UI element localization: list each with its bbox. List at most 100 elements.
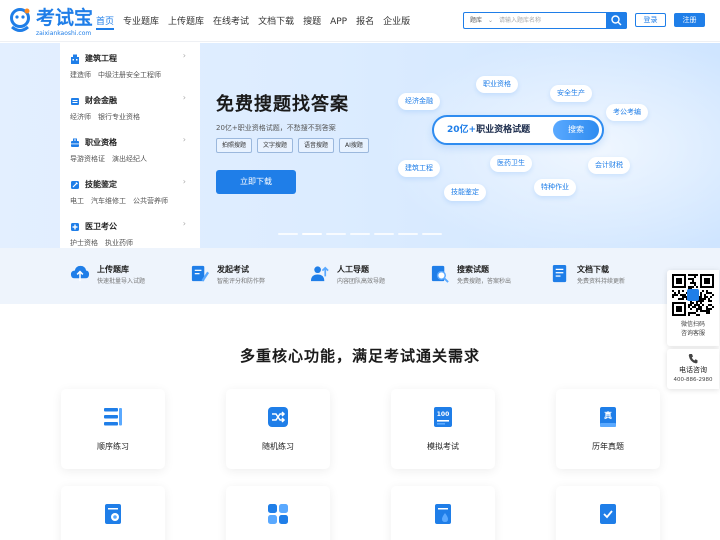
search-scope-select[interactable]: 题库: [470, 15, 482, 26]
download-button[interactable]: 立即下载: [216, 170, 296, 194]
mock-exam-icon: 100: [434, 407, 452, 427]
category-sub-link[interactable]: 建造师: [70, 70, 91, 80]
category-4[interactable]: 医卫考公 › 护士资格 执业药师: [70, 215, 200, 248]
topic-bubble[interactable]: 考公考编: [606, 104, 648, 121]
search-button[interactable]: [606, 12, 627, 29]
tools-icon: [71, 180, 79, 189]
hero-glow: [380, 43, 720, 248]
category-subs: 电工 汽车维修工 公共营养师: [70, 196, 175, 206]
carousel-dot[interactable]: [374, 233, 394, 235]
nav-item-7[interactable]: 报名: [356, 14, 374, 30]
category-sub-link[interactable]: 导游资格证: [70, 154, 105, 164]
carousel-dot[interactable]: [278, 233, 298, 235]
exam-edit-icon: [191, 265, 210, 282]
search-mode-tag[interactable]: 拍照搜题: [216, 138, 253, 153]
nav-item-0[interactable]: 首页: [96, 14, 115, 30]
category-head: 医卫考公: [70, 220, 117, 233]
carousel-dot[interactable]: [350, 233, 370, 235]
carousel-dot[interactable]: [326, 233, 346, 235]
header: 考试宝 zaixiankaoshi.com 首页 专业题库 上传题库 在线考试 文档下载…: [0, 0, 720, 42]
topic-bubble[interactable]: 职业资格: [476, 76, 518, 93]
category-sub-link[interactable]: 执业药师: [105, 238, 133, 248]
category-0[interactable]: 建筑工程 › 建造师 中级注册安全工程师: [70, 47, 200, 89]
nav-item-2[interactable]: 上传题库: [168, 14, 204, 30]
nav-item-1[interactable]: 专业题库: [123, 14, 159, 30]
logo[interactable]: 考试宝 zaixiankaoshi.com: [8, 6, 94, 38]
category-3[interactable]: 技能鉴定 › 电工 汽车维修工 公共营养师: [70, 173, 200, 215]
search-box: 题库 ⌄: [463, 12, 627, 29]
doc-settings-icon: [105, 504, 121, 524]
category-sub-link[interactable]: 护士资格: [70, 238, 98, 248]
category-sub-link[interactable]: 演出经纪人: [112, 154, 147, 164]
section-title: 多重核心功能，满足考试通关需求: [239, 347, 480, 365]
feature-card[interactable]: [61, 486, 165, 540]
search-mode-tag[interactable]: AI搜题: [339, 138, 369, 153]
doc-water-icon: [435, 504, 451, 524]
category-1[interactable]: 财会金融 › 经济师 银行专业资格: [70, 89, 200, 131]
hero-search-text: 20亿+职业资格试题: [447, 124, 530, 136]
nav-item-3[interactable]: 在线考试: [213, 14, 249, 30]
topic-bubble[interactable]: 会计财税: [588, 157, 630, 174]
phone-number: 400-886-2980: [673, 377, 713, 383]
feature-card[interactable]: 顺序练习: [61, 389, 165, 469]
category-sub-link[interactable]: 汽车维修工: [91, 196, 126, 206]
logo-mascot-icon: [10, 8, 30, 32]
feature-card[interactable]: [556, 486, 660, 540]
logo-domain: zaixiankaoshi.com: [36, 30, 92, 37]
topic-bubble[interactable]: 技能鉴定: [444, 184, 486, 201]
topic-bubble[interactable]: 建筑工程: [398, 160, 440, 177]
topic-bubble[interactable]: 特种作业: [534, 179, 576, 196]
search-mode-tag[interactable]: 文字搜题: [257, 138, 294, 153]
category-subs: 经济师 银行专业资格: [70, 112, 147, 122]
login-button[interactable]: 登录: [635, 13, 666, 27]
category-head: 技能鉴定: [70, 178, 117, 191]
topic-bubble[interactable]: 安全生产: [550, 85, 592, 102]
nav-item-4[interactable]: 文档下载: [258, 14, 294, 30]
category-sub-link[interactable]: 电工: [70, 196, 84, 206]
feature-card[interactable]: 真历年真题: [556, 389, 660, 469]
feature-card-label: 顺序练习: [97, 442, 129, 451]
feature-card-label: 模拟考试: [427, 442, 459, 451]
topic-bubble[interactable]: 医药卫生: [490, 155, 532, 172]
category-title: 财会金融: [85, 96, 117, 105]
topic-bubble[interactable]: 经济金融: [398, 93, 440, 110]
nav-item-8[interactable]: 企业版: [383, 14, 410, 30]
category-sub-link[interactable]: 公共营养师: [133, 196, 168, 206]
hero-tags: 拍照搜题 文字搜题 语音搜题 AI搜题: [216, 138, 374, 153]
nav-item-5[interactable]: 搜题: [303, 14, 321, 30]
main-nav: 首页 专业题库 上传题库 在线考试 文档下载 搜题 APP 报名 企业版: [96, 14, 419, 30]
real-exam-book-icon: 真: [600, 407, 616, 427]
feature-card[interactable]: [226, 486, 330, 540]
nav-item-6[interactable]: APP: [330, 14, 347, 30]
search-mode-tag[interactable]: 语音搜题: [298, 138, 335, 153]
carousel-dot[interactable]: [422, 233, 442, 235]
category-sub-link[interactable]: 银行专业资格: [98, 112, 140, 122]
category-head: 财会金融: [70, 94, 117, 107]
category-sub-link[interactable]: 中级注册安全工程师: [98, 70, 161, 80]
hero-search-box[interactable]: 20亿+职业资格试题 搜索: [432, 115, 604, 145]
feature-card[interactable]: [391, 486, 495, 540]
chevron-right-icon: ›: [182, 219, 186, 228]
category-title: 建筑工程: [85, 54, 117, 63]
phone-widget[interactable]: 电话咨询 400-886-2980: [667, 349, 719, 389]
feature-desc: 免费资料持续更新: [577, 278, 626, 285]
feature-title: 人工导题: [337, 265, 369, 274]
carousel-dot[interactable]: [398, 233, 418, 235]
chevron-right-icon: ›: [182, 93, 186, 102]
wechat-qr-widget[interactable]: 微信扫码 咨询客服: [667, 270, 719, 346]
feature-card[interactable]: 100 模拟考试: [391, 389, 495, 469]
category-2[interactable]: 职业资格 › 导游资格证 演出经纪人: [70, 131, 200, 173]
chevron-right-icon: ›: [182, 177, 186, 186]
search-input[interactable]: [499, 14, 605, 27]
hero-title: 免费搜题找答案: [216, 94, 349, 115]
chevron-right-icon: ›: [182, 51, 186, 60]
feature-card[interactable]: 随机练习: [226, 389, 330, 469]
category-subs: 导游资格证 演出经纪人: [70, 154, 154, 164]
hero-search-button[interactable]: 搜索: [553, 120, 599, 140]
category-sub-link[interactable]: 经济师: [70, 112, 91, 122]
carousel-dot-active[interactable]: [302, 233, 322, 235]
feature-desc: 快速批量导入试题: [97, 278, 146, 285]
feature-title: 上传题库: [97, 265, 129, 274]
category-title: 技能鉴定: [85, 180, 117, 189]
register-button[interactable]: 注册: [674, 13, 705, 27]
